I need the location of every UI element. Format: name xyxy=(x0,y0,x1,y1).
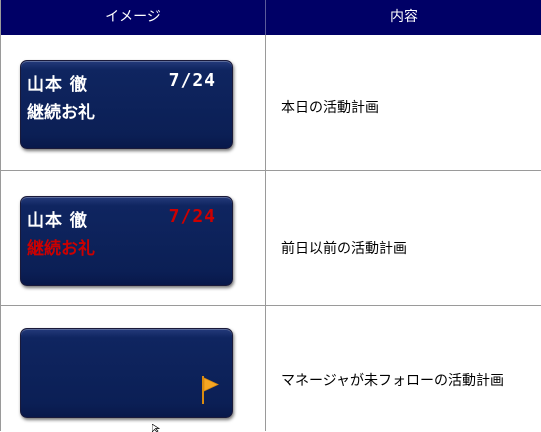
card-activity-item: 継続お礼 xyxy=(27,103,95,123)
card-activity-item: 継続お礼 xyxy=(27,239,95,259)
activity-card-overdue: 山本 徹 7/24 継続お礼 xyxy=(20,196,233,286)
table-row: 山本 徹 7/24 継続お礼 本日の活動計画 xyxy=(1,35,541,171)
card-date: 7/24 xyxy=(168,70,216,91)
header-image-column: イメージ xyxy=(105,9,161,25)
card-customer-name: 山本 徹 xyxy=(27,75,88,95)
header-content-column: 内容 xyxy=(390,9,418,25)
row-description: 本日の活動計画 xyxy=(281,100,379,116)
table-row: 山本 徹 7/24 継続お礼 前日以前の活動計画 xyxy=(1,171,541,306)
table-row: マネージャが未フォローの活動計画 xyxy=(1,306,541,431)
row-description: マネージャが未フォローの活動計画 xyxy=(281,373,505,389)
table-header: イメージ 内容 xyxy=(1,0,541,35)
card-date: 7/24 xyxy=(168,206,216,227)
activity-legend-table: イメージ 内容 山本 徹 7/24 継続お礼 本日の活動計画 山本 徹 7/24… xyxy=(0,0,541,431)
column-divider xyxy=(265,35,266,431)
row-description: 前日以前の活動計画 xyxy=(281,241,407,257)
card-customer-name: 山本 徹 xyxy=(27,211,88,231)
activity-card-flagged xyxy=(20,328,233,418)
activity-card-today: 山本 徹 7/24 継続お礼 xyxy=(20,60,233,149)
flag-icon xyxy=(202,376,219,404)
